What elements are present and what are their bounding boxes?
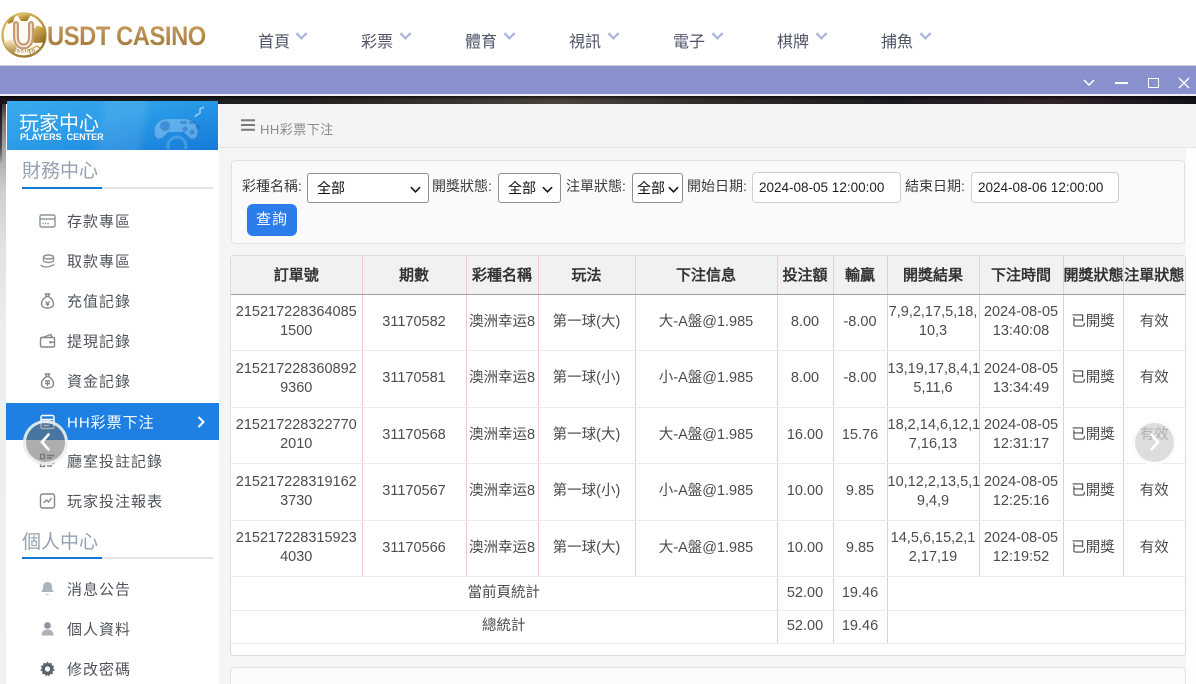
svg-text:casino: casino: [12, 48, 36, 55]
